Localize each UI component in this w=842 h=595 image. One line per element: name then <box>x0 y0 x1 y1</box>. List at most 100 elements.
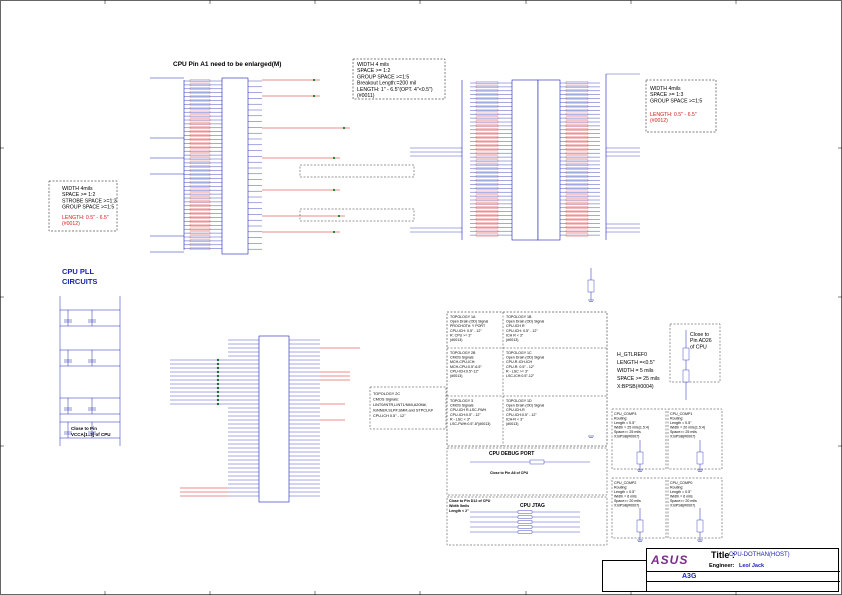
topo-1c-line: TOPOLOGY 1C <box>506 351 532 355</box>
topo-1a-line: PROCHOT#: Y PORT <box>450 324 486 328</box>
title-block-left <box>602 560 646 592</box>
routing-note-line: SPACE >= 1:2 <box>357 68 390 74</box>
debug-port-title: CPU DEBUG PORT <box>489 451 534 457</box>
topology-2c-line: LINT0/INTR,LINT1/NMI,A20M#, <box>373 403 427 407</box>
topo-2b-line: MCH-CPU-ICH: <box>450 360 475 364</box>
title-row-line-2 <box>647 581 840 582</box>
comp0-line: Space>= 20 mils <box>670 499 697 503</box>
comp2-line: CPU_COMP2 <box>614 481 636 485</box>
topo-2b-line: TOPOLOGY 2B <box>450 351 476 355</box>
strobe-note-text: WIDTH 4milsSPACE >= 1:2STROBE SPACE >=1:… <box>62 186 117 227</box>
topology-2c-text: TOPOLOGY 2C CMOS Signals:LINT0/INTR,LINT1… <box>373 392 434 418</box>
topology-text: TOPOLOGY 1AOpen Drain (OD) SignalPROCHOT… <box>450 315 544 426</box>
gtl-line: H_GTLREF0 <box>617 352 647 358</box>
cpu-pll-title: CPU PLL <box>62 267 95 276</box>
routing-note-line: LENGTH: 1" - 6.5"(OPT. 4"<0.5") <box>357 87 433 93</box>
pll-note-1: Close to Pin <box>71 426 97 431</box>
cpu-symbol-right <box>410 73 640 241</box>
close-to-pin-note: Close toPin AD26of CPU <box>690 332 712 350</box>
title-block-box: ASUS Title : CPU-DOTHAN(HOST) Engineer: … <box>646 548 840 592</box>
strobe-note-line: STROBE SPACE >=1:3 <box>62 198 117 204</box>
comp3-line: X:BPSB(#0007) <box>614 435 639 439</box>
right-length-line: LENGTH: 0.5" - 6.5" <box>650 112 697 118</box>
topo-1d-line: (#0013) <box>506 422 518 426</box>
strobe-note-line: GROUP SPACE >=1:5 <box>62 205 114 211</box>
topo-3-line: R - LSC < 3" <box>450 417 471 421</box>
jtag-resistor <box>517 515 533 519</box>
sheet-size: A3G <box>682 573 697 580</box>
strobe-note-line: WIDTH 4mils <box>62 186 93 192</box>
junction-dot <box>312 94 316 98</box>
jtag-resistor <box>517 525 533 529</box>
routing-note-line: Breakout Length:=200 mil <box>357 81 416 87</box>
comp0-line: CPU_COMP0 <box>670 481 692 485</box>
comp1-line: Space>= 25 mils <box>670 430 697 434</box>
comp-notes: CPU_COMP3Routing:Length = 0.5"Width = 25… <box>614 412 705 508</box>
topo-2b-line: CMOS Signals <box>450 356 474 360</box>
right-note-line: SPACE >= 1:3 <box>650 92 683 98</box>
topo-1d-line: CPU-ICH:0.5" - 12" <box>506 413 537 417</box>
jtag-title: CPU JTAG <box>520 503 545 509</box>
comp1-line: Length = 0.5" <box>670 421 692 425</box>
close-line: Pin AD26 <box>690 338 712 344</box>
schematic-sheet: CPU Pin A1 need to be enlarged(M) WIDTH … <box>0 0 842 595</box>
topo-1b-line: TOPOLOGY 1B <box>506 315 532 319</box>
topology-2c-line: IGNNE#,SLP#,SMI#,and STPCLK# <box>373 409 434 413</box>
comp2-line: X:BPSB(#0007) <box>614 504 639 508</box>
jtag-resistor <box>517 520 533 524</box>
topo-3-line: CPU-ICH:0.5" - 12" <box>450 413 481 417</box>
right-note-line: GROUP SPACE >=1:5 <box>650 98 702 104</box>
routing-note-text: WIDTH 4 milsSPACE >= 1:2GROUP SPACE >=1:… <box>357 62 433 99</box>
topo-1b-line: ICH R < 3" <box>506 333 524 337</box>
comp2-line: Routing: <box>614 486 627 490</box>
topo-1c-line: R - LSC >= 3" <box>506 369 529 373</box>
topo-1a-line: CPU-ICH: 0.5" - 12" <box>450 329 482 333</box>
comp2-line: Space>= 20 mils <box>614 499 641 503</box>
gtl-line: X:BPSB(#0004) <box>617 384 654 390</box>
resistor <box>696 451 704 465</box>
comp1-line: Width = 20 mils(1.5:4) <box>670 426 705 430</box>
mid-dash-box-1 <box>299 164 415 178</box>
junction-dot <box>337 214 341 218</box>
topo-1c-line: Open Drain (OD) Signal <box>506 356 544 360</box>
jtag-note: Close to Pin D12 of CPUWidth 5milsLength… <box>449 499 491 513</box>
debug-port-note: Close to Pin A6 of CPU <box>490 471 529 475</box>
topology-2c-line: TOPOLOGY 2C <box>373 392 400 396</box>
topo-3-line: TOPOLOGY 3 <box>450 399 473 403</box>
right-length-line: (#0012) <box>650 118 668 124</box>
comp3-line: Routing: <box>614 417 627 421</box>
resistor <box>587 279 595 293</box>
topo-1c-line: LSC-ICH:0.5"-12" <box>506 374 535 378</box>
comp3-line: CPU_COMP3 <box>614 412 636 416</box>
debug-resistor <box>529 459 545 465</box>
topo-1a-line: Open Drain (OD) Signal <box>450 320 488 324</box>
topo-1c-line: CPU-R: 0.5" - 12" <box>506 365 535 369</box>
routing-note-line: GROUP SPACE >=1:5 <box>357 74 409 80</box>
strobe-note-line: SPACE >= 1:2 <box>62 192 95 198</box>
junction-dot <box>312 78 316 82</box>
junction-dot <box>332 230 336 234</box>
topo-1a-line: R: CPU >= 3" <box>450 333 472 337</box>
comp2-line: Width = 6 mils <box>614 495 637 499</box>
topo-1b-line: Open Drain (OD) Signal <box>506 320 544 324</box>
cpu-circuits-title: CIRCUITS <box>62 277 97 286</box>
pll-circuit <box>59 296 121 446</box>
topo-1d-line: CPU-ICH-R <box>506 408 525 412</box>
topology-2c-line: CMOS Signals: <box>373 398 399 402</box>
engineer-value: Leo/ Jack <box>739 563 765 569</box>
comp0-line: X:BPSB(#0007) <box>670 504 695 508</box>
strobe-length-line: LENGTH: 0.5" - 6.5" <box>62 215 109 221</box>
pll-note-2: VCCA[1..3] of CPU <box>71 432 111 437</box>
topo-1a-line: TOPOLOGY 1A <box>450 315 476 319</box>
topo-1d-line: ICH-R < 3" <box>506 417 524 421</box>
comp1-line: X:BPSB(#0007) <box>670 435 695 439</box>
gtlref-note: H_GTLREF0 LENGTH =<0.5" WIDTH = 5 mils SPAC… <box>617 352 660 390</box>
mid-dash-box-2 <box>299 208 415 222</box>
topo-3-line: CPU-ICH R-LSC-FWH <box>450 408 487 412</box>
comp0-line: Width = 6 mils <box>670 495 693 499</box>
resistor <box>696 519 704 533</box>
routing-note-line: (#0011) <box>357 93 375 99</box>
jtag-note-line: Close to Pin D12 of CPU <box>449 499 491 503</box>
jtag-note-line: Length < 2" <box>449 509 469 513</box>
right-note-text: WIDTH 4milsSPACE >= 1:3GROUP SPACE >=1:5… <box>650 86 702 124</box>
